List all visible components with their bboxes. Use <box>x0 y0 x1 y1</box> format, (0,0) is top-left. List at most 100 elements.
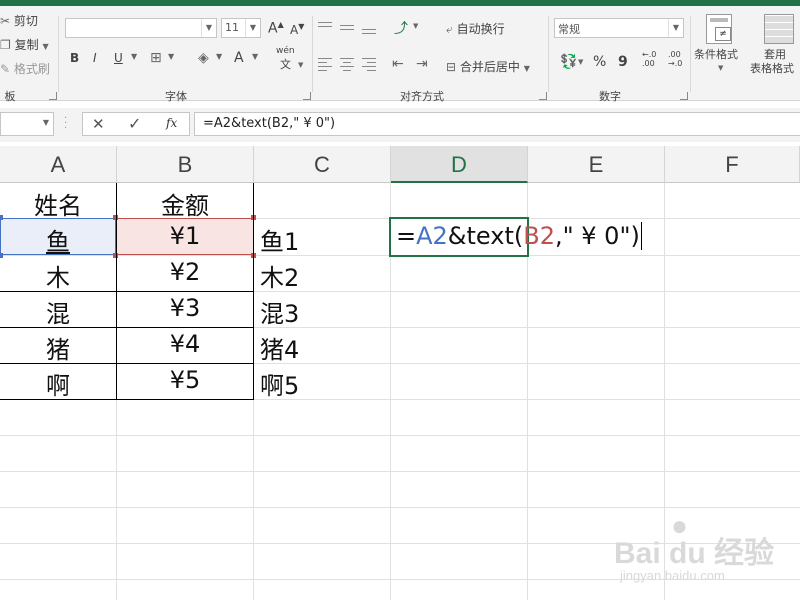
format-painter-button[interactable]: ✎ 格式刷 <box>0 60 50 77</box>
align-middle-button[interactable] <box>340 20 356 34</box>
alignment-dialog-launcher[interactable] <box>539 92 547 100</box>
formula-bar-grip[interactable]: · · · <box>64 114 67 134</box>
enter-icon[interactable]: ✓ <box>128 114 141 133</box>
borders-icon[interactable]: ⊞ <box>150 50 162 66</box>
group-divider <box>312 16 313 92</box>
copy-button[interactable]: ❐ 复制 ▼ <box>0 36 49 53</box>
format-as-table-button[interactable]: 套用 表格格式 <box>750 14 800 84</box>
cell-b5[interactable]: ¥4 <box>117 330 253 358</box>
column-header-b[interactable]: B <box>117 146 254 183</box>
phonetic-button[interactable]: wén 文 <box>276 46 295 72</box>
clipboard-group-label: 板 <box>4 90 16 103</box>
cell-c6[interactable]: 啊5 <box>260 366 299 401</box>
cell-a6[interactable]: 啊 <box>0 366 116 401</box>
font-name-combo[interactable]: ▼ <box>65 18 217 38</box>
chevron-down-icon[interactable]: ▼ <box>43 118 49 127</box>
align-center-button[interactable] <box>340 58 356 72</box>
italic-button[interactable]: I <box>93 51 97 65</box>
chevron-down-icon[interactable]: ▼ <box>245 19 260 37</box>
font-color-button[interactable]: A <box>234 50 244 66</box>
chevron-down-icon[interactable]: ▼ <box>578 58 583 66</box>
text-cursor <box>640 222 642 250</box>
align-bottom-button[interactable] <box>362 20 378 34</box>
column-header-f[interactable]: F <box>665 146 800 183</box>
column-header-e[interactable]: E <box>528 146 665 183</box>
cell-c5[interactable]: 猪4 <box>260 330 299 365</box>
font-size-combo[interactable]: 11 ▼ <box>221 18 261 38</box>
cell-c2[interactable]: 鱼1 <box>260 222 299 257</box>
column-header-c[interactable]: C <box>254 146 391 183</box>
orientation-icon[interactable]: ⤴ <box>394 18 408 38</box>
underline-button[interactable]: U <box>114 51 123 65</box>
chevron-down-icon[interactable]: ▼ <box>131 52 137 61</box>
decrease-indent-icon[interactable]: ⇤ <box>392 56 404 72</box>
increase-decimal-button[interactable]: ←.0.00 <box>642 50 656 68</box>
merge-center-button[interactable]: ⊟ 合并后居中 ▼ <box>446 58 530 75</box>
group-divider <box>548 16 549 92</box>
chevron-down-icon[interactable]: ▼ <box>668 19 683 37</box>
number-dialog-launcher[interactable] <box>680 92 688 100</box>
wrap-text-button[interactable]: ⤶ 自动换行 <box>446 20 505 37</box>
wrap-text-icon: ⤶ <box>446 22 453 36</box>
cell-d2-editor[interactable]: =A2&text(B2," ¥ 0") <box>396 222 642 250</box>
decrease-decimal-button[interactable]: .00 →.0 <box>668 50 682 68</box>
number-format-combo[interactable]: 常规 ▼ <box>554 18 684 38</box>
ref-a2: A2 <box>416 222 448 250</box>
cell-c3[interactable]: 木2 <box>260 258 299 293</box>
shrink-font-button[interactable]: A▼ <box>290 22 304 37</box>
watermark-url: jingyan.baidu.com <box>620 568 725 583</box>
cell-b6[interactable]: ¥5 <box>117 366 253 394</box>
column-header-a[interactable]: A <box>0 146 117 183</box>
worksheet-grid[interactable]: A B C D E F 姓名 金额 鱼 ¥1 鱼1 木 ¥2 木2 混 ¥3 混… <box>0 146 800 600</box>
grow-font-button[interactable]: A▲ <box>268 20 284 37</box>
cell-a4[interactable]: 混 <box>0 294 116 329</box>
cell-c4[interactable]: 混3 <box>260 294 299 329</box>
cell-b3[interactable]: ¥2 <box>117 258 253 286</box>
cell-a1[interactable]: 姓名 <box>0 186 116 221</box>
cut-button[interactable]: ✂ 剪切 <box>0 12 38 29</box>
chevron-down-icon[interactable]: ▼ <box>298 61 303 69</box>
scissors-icon: ✂ <box>0 14 11 28</box>
cell-a3[interactable]: 木 <box>0 258 116 293</box>
cell-b1[interactable]: 金额 <box>117 186 253 221</box>
watermark-paw-icon: ● <box>671 510 688 541</box>
cell-a5[interactable]: 猪 <box>0 330 116 365</box>
chevron-down-icon[interactable]: ▼ <box>413 22 418 30</box>
alignment-group-label: 对齐方式 <box>400 90 444 103</box>
percent-button[interactable]: % <box>593 54 606 70</box>
cell-b4[interactable]: ¥3 <box>117 294 253 322</box>
increase-indent-icon[interactable]: ⇥ <box>416 56 428 72</box>
insert-function-icon[interactable]: fx <box>166 116 177 130</box>
chevron-down-icon: ▼ <box>718 64 724 72</box>
cell-b2[interactable]: ¥1 <box>117 222 253 250</box>
column-header-d[interactable]: D <box>391 146 528 183</box>
gridline <box>0 471 800 472</box>
number-group-label: 数字 <box>599 90 621 103</box>
cell-a2[interactable]: 鱼 <box>0 222 116 257</box>
bold-button[interactable]: B <box>70 51 79 65</box>
ref-b2: B2 <box>523 222 555 250</box>
align-top-button[interactable] <box>318 20 334 34</box>
copy-icon: ❐ <box>0 38 11 52</box>
align-left-button[interactable] <box>318 58 334 72</box>
formula-buttons: ✕ ✓ fx <box>82 112 190 136</box>
accounting-format-icon[interactable]: 💱 <box>560 54 577 70</box>
name-box[interactable]: ▼ <box>0 112 54 136</box>
cancel-icon[interactable]: ✕ <box>92 115 105 133</box>
chevron-down-icon[interactable]: ▼ <box>252 52 258 61</box>
gridline <box>0 507 800 508</box>
chevron-down-icon[interactable]: ▼ <box>216 52 222 61</box>
formula-input[interactable]: =A2&text(B2," ¥ 0") <box>194 112 800 136</box>
comma-style-button[interactable]: 9 <box>618 54 628 70</box>
clipboard-dialog-launcher[interactable] <box>49 92 57 100</box>
chevron-down-icon[interactable]: ▼ <box>201 19 216 37</box>
group-divider <box>58 16 59 92</box>
table-format-icon <box>764 14 794 44</box>
conditional-format-button[interactable]: ≠ 条件格式 ▼ <box>694 14 746 84</box>
gridline <box>0 435 800 436</box>
font-dialog-launcher[interactable] <box>303 92 311 100</box>
fill-color-icon[interactable]: ◈ <box>198 50 209 66</box>
chevron-down-icon[interactable]: ▼ <box>168 52 174 61</box>
chevron-down-icon: ▼ <box>42 42 49 51</box>
align-right-button[interactable] <box>362 58 378 72</box>
